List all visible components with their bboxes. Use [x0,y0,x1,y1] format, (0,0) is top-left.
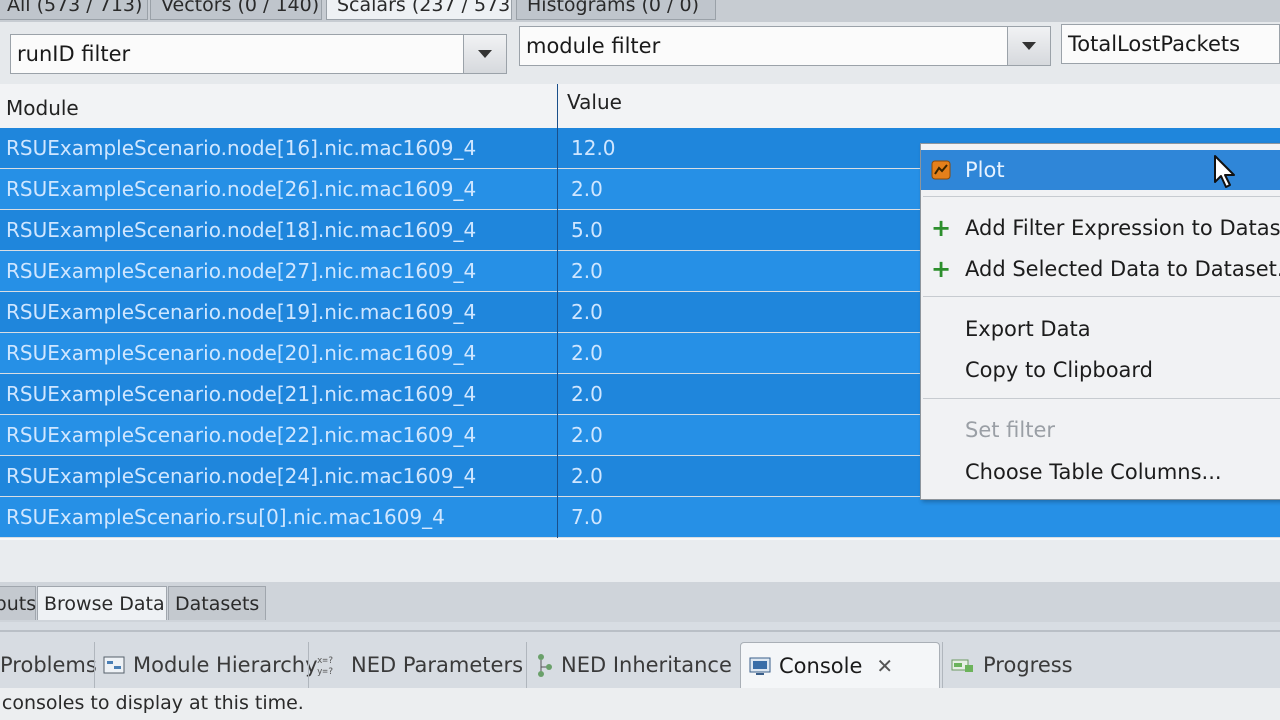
svg-text:y=?: y=? [317,667,333,676]
module-cell: RSUExampleScenario.node[18].nic.mac1609_… [6,218,477,242]
filter-bar: runID filter module filter TotalLostPack… [0,22,1280,84]
mouse-pointer-icon [1214,155,1235,188]
value-cell: 5.0 [571,218,603,242]
column-header-module[interactable]: Module [6,84,79,128]
svg-text:x=?: x=? [317,656,333,666]
tab-browse-data[interactable]: Browse Data [37,586,167,620]
menu-item-export-data[interactable]: Export Data [921,309,1280,349]
chevron-down-icon [1022,42,1036,50]
menu-separator [923,296,1280,297]
module-hierarchy-icon [103,656,125,674]
module-filter-dropdown-button[interactable] [1007,27,1050,65]
progress-icon [951,659,973,672]
runid-filter-combo[interactable]: runID filter [10,34,507,74]
tab-console[interactable]: Console ✕ [740,642,940,688]
table-row[interactable]: RSUExampleScenario.rsu[0].nic.mac1609_4 … [0,497,1280,537]
tab-scalars[interactable]: Scalars (237 / 573) [326,0,512,20]
module-cell: RSUExampleScenario.node[20].nic.mac1609_… [6,341,477,365]
tab-ned-parameters-label: NED Parameters [351,653,524,677]
menu-item-copy-to-clipboard[interactable]: Copy to Clipboard [921,350,1280,390]
tab-problems-label: Problems [0,653,97,677]
module-cell: RSUExampleScenario.node[16].nic.mac1609_… [6,136,477,160]
value-cell: 7.0 [571,505,603,529]
add-icon: + [931,255,952,283]
value-cell: 2.0 [571,423,603,447]
value-cell: 2.0 [571,177,603,201]
value-cell: 2.0 [571,259,603,283]
menu-item-choose-columns-label: Choose Table Columns... [965,460,1222,484]
menu-separator [923,196,1280,197]
tab-ned-inheritance[interactable]: NED Inheritance [526,642,740,688]
value-cell: 2.0 [571,341,603,365]
tab-progress-label: Progress [983,653,1073,677]
menu-separator [923,398,1280,399]
value-cell: 2.0 [571,300,603,324]
module-cell: RSUExampleScenario.rsu[0].nic.mac1609_4 [6,505,445,529]
ned-parameters-icon: x=? y=? [317,656,333,676]
menu-item-add-selected-label: Add Selected Data to Dataset... [965,257,1280,281]
tab-progress[interactable]: Progress [942,642,1081,688]
add-icon: + [931,214,952,242]
tab-inputs[interactable]: Inputs [0,586,36,620]
module-cell: RSUExampleScenario.node[27].nic.mac1609_… [6,259,477,283]
tab-problems[interactable]: Problems [0,642,105,688]
plot-icon [931,160,951,180]
module-cell: RSUExampleScenario.node[22].nic.mac1609_… [6,423,477,447]
tab-histograms[interactable]: Histograms (0 / 0) [516,0,716,20]
menu-item-copy-label: Copy to Clipboard [965,358,1154,382]
context-menu: Plot + Add Filter Expression to Dataset.… [920,143,1280,500]
table-header: Module Value [0,84,1280,129]
module-cell: RSUExampleScenario.node[26].nic.mac1609_… [6,177,477,201]
tab-ned-parameters[interactable]: x=? y=? NED Parameters [308,642,531,688]
column-divider[interactable] [557,84,558,538]
tab-ned-inheritance-label: NED Inheritance [561,653,732,677]
tab-vectors[interactable]: Vectors (0 / 140) [150,0,322,20]
column-header-value[interactable]: Value [567,78,622,122]
name-filter-combo[interactable]: TotalLostPackets [1061,24,1280,64]
module-cell: RSUExampleScenario.node[21].nic.mac1609_… [6,382,477,406]
tab-all[interactable]: All (573 / 713) [0,0,148,20]
module-filter-text: module filter [526,34,661,58]
menu-item-set-filter-label: Set filter [965,418,1056,442]
module-filter-combo[interactable]: module filter [519,26,1051,66]
value-cell: 12.0 [571,136,616,160]
menu-item-add-filter-expression[interactable]: + Add Filter Expression to Dataset... [921,208,1280,248]
menu-item-add-filter-label: Add Filter Expression to Dataset... [965,216,1280,240]
tab-datasets[interactable]: Datasets [168,586,266,620]
console-icon [749,657,771,675]
runid-filter-dropdown-button[interactable] [463,35,506,73]
chevron-down-icon [478,50,492,58]
bottom-view-tabs: Problems Module Hierarchy x=? y=? NED Pa… [0,630,1280,692]
tab-console-label: Console [779,653,863,678]
module-cell: RSUExampleScenario.node[19].nic.mac1609_… [6,300,477,324]
value-cell: 2.0 [571,382,603,406]
table-empty-area [0,538,1280,584]
menu-item-choose-table-columns[interactable]: Choose Table Columns... [921,452,1280,492]
editor-page-tabs: Inputs Browse Data Datasets [0,582,1280,622]
close-icon[interactable]: ✕ [876,643,893,689]
ned-inheritance-icon [538,654,552,677]
tab-module-hierarchy[interactable]: Module Hierarchy [94,642,326,688]
runid-filter-text: runID filter [17,42,131,66]
name-filter-text: TotalLostPackets [1068,32,1241,56]
menu-item-export-label: Export Data [965,317,1091,341]
menu-item-set-filter: Set filter [921,410,1280,450]
menu-item-add-selected-data[interactable]: + Add Selected Data to Dataset... [921,249,1280,289]
tab-module-hierarchy-label: Module Hierarchy [133,653,318,677]
menu-item-plot-label: Plot [965,158,1005,182]
console-message: No consoles to display at this time. [0,688,1280,720]
value-cell: 2.0 [571,464,603,488]
console-message-text: No consoles to display at this time. [0,692,304,714]
module-cell: RSUExampleScenario.node[24].nic.mac1609_… [6,464,477,488]
